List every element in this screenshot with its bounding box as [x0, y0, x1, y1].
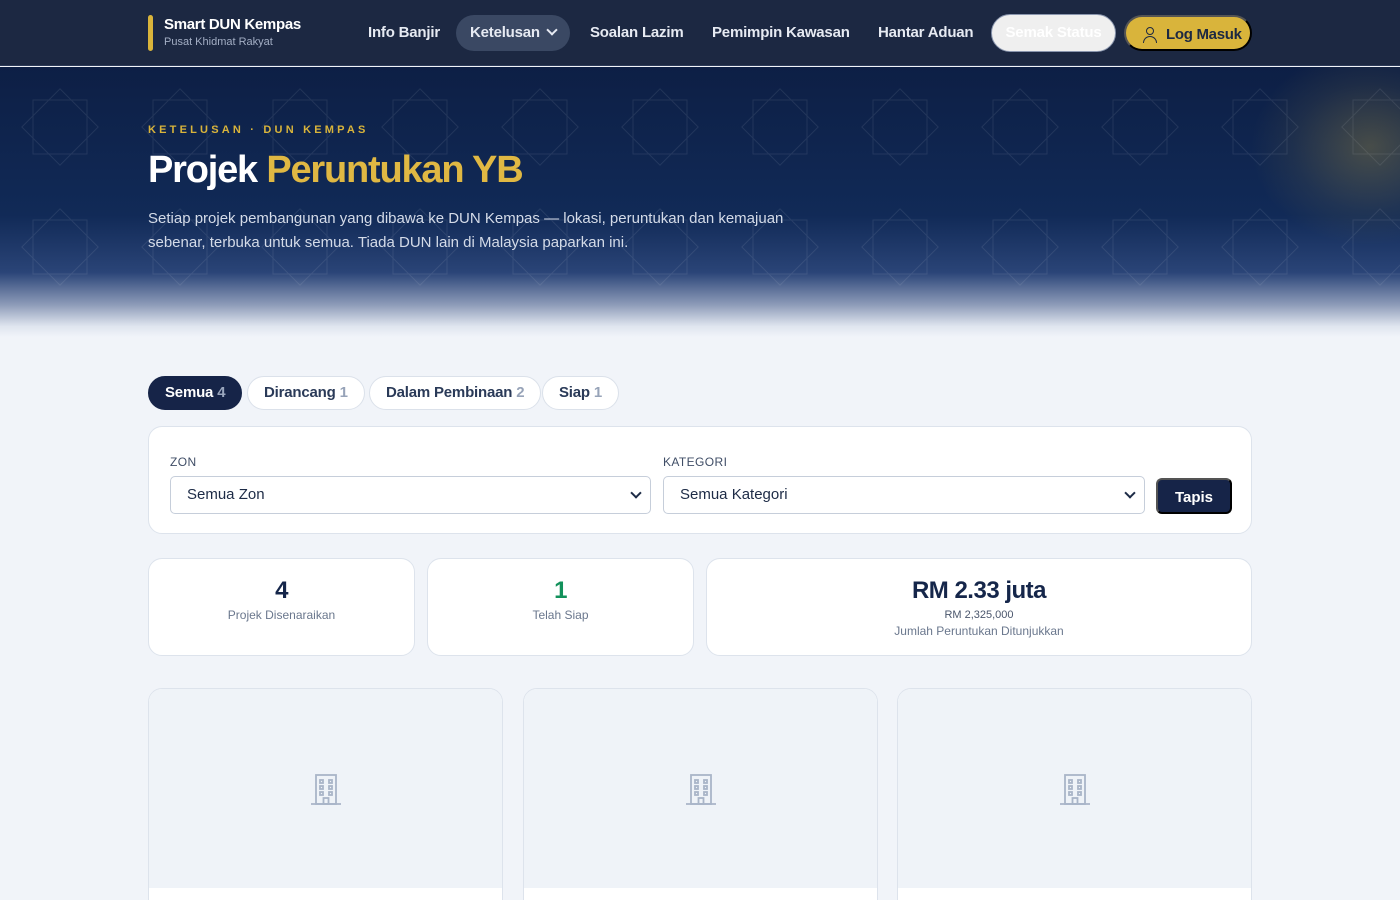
stat-allocation-exact: RM 2,325,000 [944, 609, 1014, 621]
user-icon [1143, 27, 1157, 43]
brand-subtitle: Pusat Khidmat Rakyat [164, 36, 273, 48]
tab-count: 4 [217, 384, 226, 401]
project-image-placeholder [524, 689, 877, 888]
nav-link-soalan-lazim[interactable]: Soalan Lazim [590, 15, 684, 51]
project-image-placeholder [149, 689, 502, 888]
chevron-down-icon [1124, 487, 1136, 499]
project-card[interactable] [523, 688, 878, 900]
zone-filter-label: ZON [170, 455, 197, 469]
stat-card-allocation: RM 2.33 juta RM 2,325,000 Jumlah Peruntu… [706, 558, 1252, 656]
tab-label: Siap [559, 384, 590, 401]
nav-link-ketelusan-label: Ketelusan [470, 24, 540, 41]
filter-submit-button[interactable]: Tapis [1156, 478, 1232, 514]
project-image-placeholder [898, 689, 1251, 888]
nav-link-pemimpin-kawasan[interactable]: Pemimpin Kawasan [712, 15, 850, 51]
building-icon [686, 774, 716, 805]
tab-count: 2 [516, 384, 525, 401]
hero-eyebrow: KETELUSAN · DUN KEMPAS [148, 124, 369, 136]
stat-card-completed: 1 Telah Siap [427, 558, 694, 656]
category-select-value: Semua Kategori [680, 486, 788, 503]
login-button-label: Log Masuk [1166, 26, 1242, 43]
filter-card: ZON Semua Zon KATEGORI Semua Kategori Ta… [148, 426, 1252, 534]
tab-label: Dirancang [264, 384, 336, 401]
chevron-down-icon [630, 487, 642, 499]
brand-title: Smart DUN Kempas [164, 16, 301, 33]
page-title: Projek Peruntukan YB [148, 149, 524, 192]
tab-dalam-pembinaan[interactable]: Dalam Pembinaan 2 [369, 376, 542, 410]
chevron-down-icon [546, 24, 558, 36]
hero-banner: KETELUSAN · DUN KEMPAS Projek Peruntukan… [0, 67, 1400, 337]
hero-description: Setiap projek pembangunan yang dibawa ke… [148, 210, 784, 251]
page-title-highlight: Peruntukan YB [266, 149, 523, 191]
brand-accent-bar [148, 15, 153, 51]
project-card[interactable] [148, 688, 503, 900]
stat-listed-value: 4 [275, 577, 288, 604]
stat-completed-label: Telah Siap [532, 608, 589, 622]
stat-completed-value: 1 [554, 577, 567, 604]
nav-link-ketelusan[interactable]: Ketelusan [456, 15, 570, 51]
nav-link-hantar-aduan[interactable]: Hantar Aduan [878, 15, 974, 51]
check-status-button[interactable]: Semak Status [991, 14, 1116, 52]
page-title-part1: Projek [148, 149, 258, 191]
tab-count: 1 [593, 384, 603, 401]
stat-card-listed: 4 Projek Disenaraikan [148, 558, 415, 656]
zone-select-value: Semua Zon [187, 486, 265, 503]
tab-siap[interactable]: Siap 1 [542, 376, 620, 410]
tab-label: Semua [165, 384, 214, 401]
stat-listed-label: Projek Disenaraikan [227, 608, 336, 622]
tab-label: Dalam Pembinaan [386, 384, 513, 401]
zone-select[interactable]: Semua Zon [170, 476, 651, 514]
login-button[interactable]: Log Masuk [1124, 15, 1252, 51]
stat-allocation-value: RM 2.33 juta [911, 577, 1047, 604]
nav-link-info-banjir[interactable]: Info Banjir [368, 15, 440, 51]
tab-count: 1 [339, 384, 348, 401]
project-card[interactable] [897, 688, 1252, 900]
building-icon [311, 774, 341, 805]
building-icon [1060, 774, 1090, 805]
stat-allocation-label: Jumlah Peruntukan Ditunjukkan [894, 624, 1064, 638]
tab-dirancang[interactable]: Dirancang 1 [247, 376, 365, 410]
top-navbar: Smart DUN Kempas Pusat Khidmat Rakyat In… [0, 0, 1400, 66]
category-filter-label: KATEGORI [663, 455, 728, 469]
tab-semua[interactable]: Semua 4 [148, 376, 243, 410]
islamic-star-pattern [21, 88, 1400, 286]
category-select[interactable]: Semua Kategori [663, 476, 1145, 514]
